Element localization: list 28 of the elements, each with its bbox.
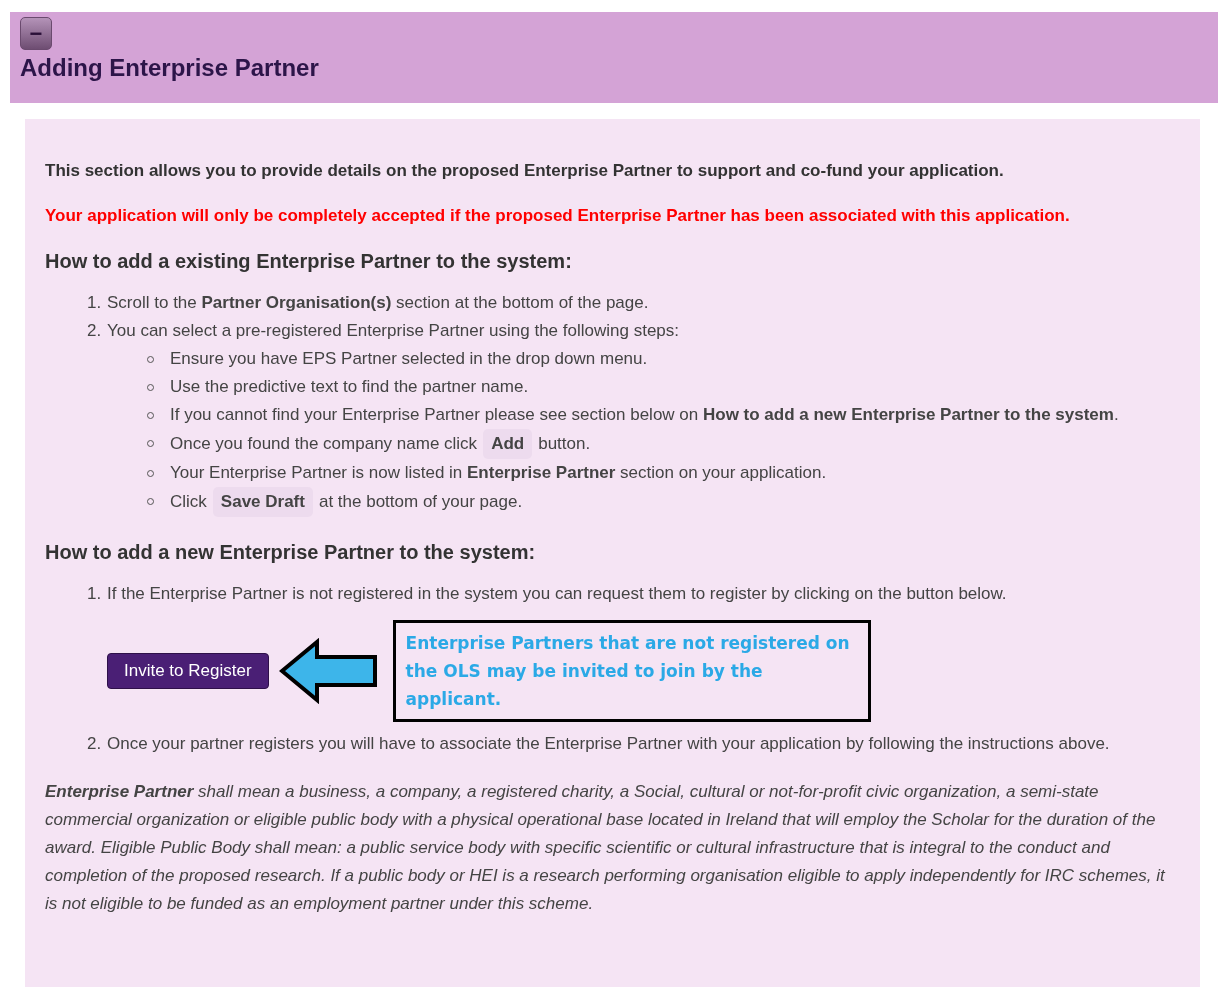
button-label: Add bbox=[483, 429, 533, 459]
section-title: Adding Enterprise Partner bbox=[20, 54, 320, 82]
step-number: 2. bbox=[87, 320, 103, 342]
bullet-text: Click bbox=[170, 491, 207, 513]
bullet-text: If you cannot find your Enterprise Partner please see section below on How to add a new Enterprise Partner to the system. bbox=[170, 404, 1119, 426]
step-text: Once your partner registers you will have to associate the Enterprise Partner with your application by following the instructions above. bbox=[107, 733, 1110, 755]
intro-text: This section allows you to provide details on the proposed Enterprise Partner to support and co-fund your application. bbox=[45, 161, 1005, 181]
button-label: Save Draft bbox=[212, 487, 313, 517]
bullet-text: Once you found the company name click bbox=[170, 433, 478, 455]
step-text: If the Enterprise Partner is not registered in the system you can request them to register by clicking on the button below. bbox=[107, 583, 1007, 605]
step-text: You can select a pre-registered Enterprise Partner using the following steps: bbox=[107, 320, 680, 342]
step-number: 1. bbox=[87, 292, 103, 314]
bullet-text: button. bbox=[538, 433, 591, 455]
definition-text: Enterprise Partner shall mean a business, a company, a registered charity, a Social, cultural or not-for-profit civic organization, a semi-state commercial organization or eligible public body with a physical operational base located in Ireland that will employ the Scholar for the duration of the award. Eligible Public Body shall mean: a public service body with specific scientific or cultural infrastructure that is integral to the conduct and completion of the proposed research. If a public body or HEI is a research performing organisation eligible to apply independently for IRC schemes, it is not eligible to be funded as an employment partner under this scheme. bbox=[45, 781, 1167, 915]
bullet-text: Your Enterprise Partner is now listed in Enterprise Partner section on your application. bbox=[170, 462, 827, 484]
section-heading: How to add a existing Enterprise Partner to the system: bbox=[45, 250, 573, 273]
section-heading: How to add a new Enterprise Partner to the system: bbox=[45, 541, 537, 564]
bullet-text: Ensure you have EPS Partner selected in the drop down menu. bbox=[170, 348, 648, 370]
arrow-icon bbox=[278, 638, 379, 704]
callout-note: Enterprise Partners that are not registered on the OLS may be invited to join by the applicant. bbox=[392, 620, 871, 722]
warning-text: Your application will only be completely accepted if the proposed Enterprise Partner has been associated with this application. bbox=[45, 206, 1071, 226]
step-text: Scroll to the Partner Organisation(s) section at the bottom of the page. bbox=[107, 292, 649, 314]
invite-button[interactable]: Invite to Register bbox=[107, 653, 269, 689]
step-number: 2. bbox=[87, 733, 103, 755]
step-number: 1. bbox=[87, 583, 103, 605]
collapse-button[interactable]: − bbox=[20, 17, 52, 50]
bullet-text: at the bottom of your page. bbox=[318, 491, 523, 513]
bullet-text: Use the predictive text to find the partner name. bbox=[170, 376, 529, 398]
